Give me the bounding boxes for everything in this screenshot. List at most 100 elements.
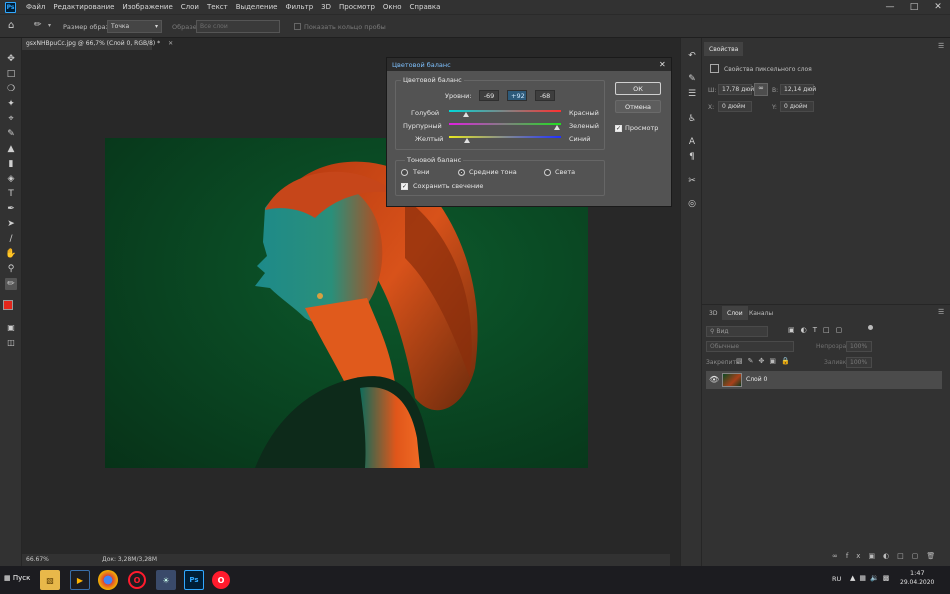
menu-image[interactable]: Изображение bbox=[118, 3, 176, 11]
brush-settings-icon[interactable]: ✎ bbox=[686, 73, 698, 85]
media-player-icon[interactable]: ▶ bbox=[70, 570, 90, 590]
opera-gx-icon[interactable]: O bbox=[212, 571, 230, 589]
layer-row[interactable]: 👁 Слой 0 bbox=[706, 371, 942, 389]
lasso-tool-icon[interactable]: ❍ bbox=[5, 83, 17, 95]
document-tab[interactable]: gsxNHBpuCc.jpg @ 66,7% (Слой 0, RGB/8) *… bbox=[22, 38, 173, 50]
radio-shadows-label[interactable]: Тени bbox=[413, 168, 429, 176]
radio-highlights-label[interactable]: Света bbox=[555, 168, 575, 176]
close-icon[interactable]: ✕ bbox=[926, 0, 950, 14]
layer-name[interactable]: Слой 0 bbox=[746, 376, 767, 383]
marquee-tool-icon[interactable]: □ bbox=[5, 68, 17, 80]
menu-edit[interactable]: Редактирование bbox=[49, 3, 118, 11]
tab-3d[interactable]: 3D bbox=[704, 306, 722, 320]
radio-midtones-label[interactable]: Средние тона bbox=[469, 168, 517, 176]
layer-filter-select[interactable]: ⚲ Вид bbox=[706, 326, 768, 337]
x-field[interactable]: 0 дюйм bbox=[718, 101, 752, 112]
radio-highlights[interactable] bbox=[544, 169, 551, 176]
bucket-tool-icon[interactable]: ◈ bbox=[5, 173, 17, 185]
magenta-green-slider[interactable] bbox=[449, 123, 561, 125]
radio-midtones[interactable] bbox=[458, 169, 465, 176]
level-yellow-blue-field[interactable]: -68 bbox=[535, 90, 555, 101]
menu-filter[interactable]: Фильтр bbox=[281, 3, 317, 11]
level-cyan-red-field[interactable]: -69 bbox=[479, 90, 499, 101]
foreground-color-swatch[interactable] bbox=[3, 300, 13, 310]
yellow-blue-slider-thumb[interactable] bbox=[463, 138, 470, 143]
adjustments-icon[interactable]: ☰ bbox=[686, 88, 698, 100]
filter-toggle-icon[interactable] bbox=[868, 325, 873, 330]
menu-layers[interactable]: Слои bbox=[177, 3, 203, 11]
menu-3d[interactable]: 3D bbox=[317, 3, 335, 11]
panel-menu-icon[interactable]: ☰ bbox=[938, 42, 944, 50]
radio-shadows[interactable] bbox=[401, 169, 408, 176]
photos-icon[interactable]: ☀ bbox=[156, 570, 176, 590]
lock-icons[interactable]: ▤✎✥▣🔒 bbox=[736, 357, 795, 365]
eye-icon[interactable]: 👁 bbox=[709, 375, 719, 384]
show-ring-checkbox[interactable] bbox=[294, 23, 301, 30]
eyedropper-tool-icon-active[interactable]: ✏ bbox=[5, 278, 17, 290]
pen-tool-icon[interactable]: ✒ bbox=[5, 203, 17, 215]
quick-mask-icon[interactable]: ▣ bbox=[5, 321, 17, 333]
line-tool-icon[interactable]: ∕ bbox=[5, 233, 17, 245]
blend-mode-select[interactable]: Обычные bbox=[706, 341, 794, 352]
magenta-green-slider-thumb[interactable] bbox=[553, 125, 560, 130]
layer-filter-icons[interactable]: ▣◐T□▢ bbox=[788, 326, 848, 334]
chrome-icon[interactable] bbox=[98, 570, 118, 590]
close-tab-icon[interactable]: ✕ bbox=[168, 40, 173, 47]
paragraph-icon[interactable]: ¶ bbox=[686, 151, 698, 163]
menu-select[interactable]: Выделение bbox=[232, 3, 282, 11]
character-icon[interactable]: A bbox=[686, 136, 698, 148]
clone-source-icon[interactable]: ♿ bbox=[686, 113, 698, 125]
y-field[interactable]: 0 дюйм bbox=[780, 101, 814, 112]
opera-icon[interactable]: O bbox=[128, 571, 146, 589]
brush-tool-icon[interactable]: ✎ bbox=[5, 128, 17, 140]
menu-view[interactable]: Просмотр bbox=[335, 3, 379, 11]
tab-channels[interactable]: Каналы bbox=[744, 306, 778, 320]
file-explorer-icon[interactable]: ▧ bbox=[40, 570, 60, 590]
stamp-tool-icon[interactable]: ▲ bbox=[5, 143, 17, 155]
tab-properties[interactable]: Свойства bbox=[704, 42, 744, 56]
crop-tool-icon[interactable]: ⌖ bbox=[5, 113, 17, 125]
tray-icons[interactable]: ▲▦🔉▩ bbox=[850, 574, 893, 582]
preserve-luminosity-checkbox[interactable]: ✓ bbox=[401, 183, 408, 190]
dialog-titlebar[interactable]: Цветовой баланс ✕ bbox=[387, 58, 671, 71]
preserve-luminosity-label[interactable]: Сохранить свечение bbox=[413, 182, 483, 190]
eyedropper-tool-icon[interactable]: ✏ bbox=[34, 20, 46, 32]
zoom-level[interactable]: 66.67% bbox=[26, 556, 49, 563]
link-icon[interactable]: ∞ bbox=[754, 83, 768, 96]
tools-preset-icon[interactable]: ✂ bbox=[686, 175, 698, 187]
path-select-tool-icon[interactable]: ➤ bbox=[5, 218, 17, 230]
menu-text[interactable]: Текст bbox=[203, 3, 232, 11]
zoom-tool-icon[interactable]: ⚲ bbox=[5, 263, 17, 275]
level-magenta-green-field[interactable]: +92 bbox=[507, 90, 527, 101]
layers-menu-icon[interactable]: ☰ bbox=[938, 308, 944, 316]
menu-help[interactable]: Справка bbox=[406, 3, 445, 11]
samples-select[interactable]: Все слои bbox=[196, 20, 280, 33]
width-field[interactable]: 17,78 дюй bbox=[718, 84, 754, 95]
language-indicator[interactable]: RU bbox=[832, 575, 841, 583]
3d-material-icon[interactable]: ◎ bbox=[686, 198, 698, 210]
preview-label[interactable]: Просмотр bbox=[625, 124, 658, 132]
opacity-field[interactable]: 100% bbox=[846, 341, 872, 352]
history-icon[interactable]: ↶ bbox=[686, 50, 698, 62]
preview-checkbox[interactable]: ✓ bbox=[615, 125, 622, 132]
menu-file[interactable]: Файл bbox=[22, 3, 49, 11]
height-field[interactable]: 12,14 дюй bbox=[780, 84, 816, 95]
eraser-tool-icon[interactable]: ▮ bbox=[5, 158, 17, 170]
tool-preset-chevron-icon[interactable]: ▾ bbox=[48, 22, 51, 29]
minimize-icon[interactable]: — bbox=[878, 0, 902, 14]
screen-mode-icon[interactable]: ◫ bbox=[5, 336, 17, 348]
maximize-icon[interactable]: □ bbox=[902, 0, 926, 14]
home-icon[interactable]: ⌂ bbox=[8, 20, 20, 32]
cancel-button[interactable]: Отмена bbox=[615, 100, 661, 113]
sample-size-select[interactable]: Точка ▾ bbox=[107, 20, 162, 33]
ok-button[interactable]: ОК bbox=[615, 82, 661, 95]
menu-window[interactable]: Окно bbox=[379, 3, 406, 11]
start-button[interactable]: ▦ Пуск bbox=[4, 574, 30, 582]
fill-field[interactable]: 100% bbox=[846, 357, 872, 368]
hand-tool-icon[interactable]: ✋ bbox=[5, 248, 17, 260]
text-tool-icon[interactable]: T bbox=[5, 188, 17, 200]
photoshop-taskbar-icon[interactable]: Ps bbox=[184, 570, 204, 590]
cyan-red-slider-thumb[interactable] bbox=[463, 112, 470, 117]
dialog-close-icon[interactable]: ✕ bbox=[659, 60, 666, 69]
layer-bottom-icons[interactable]: ∞fx▣◐□▢🗑 bbox=[832, 552, 943, 560]
